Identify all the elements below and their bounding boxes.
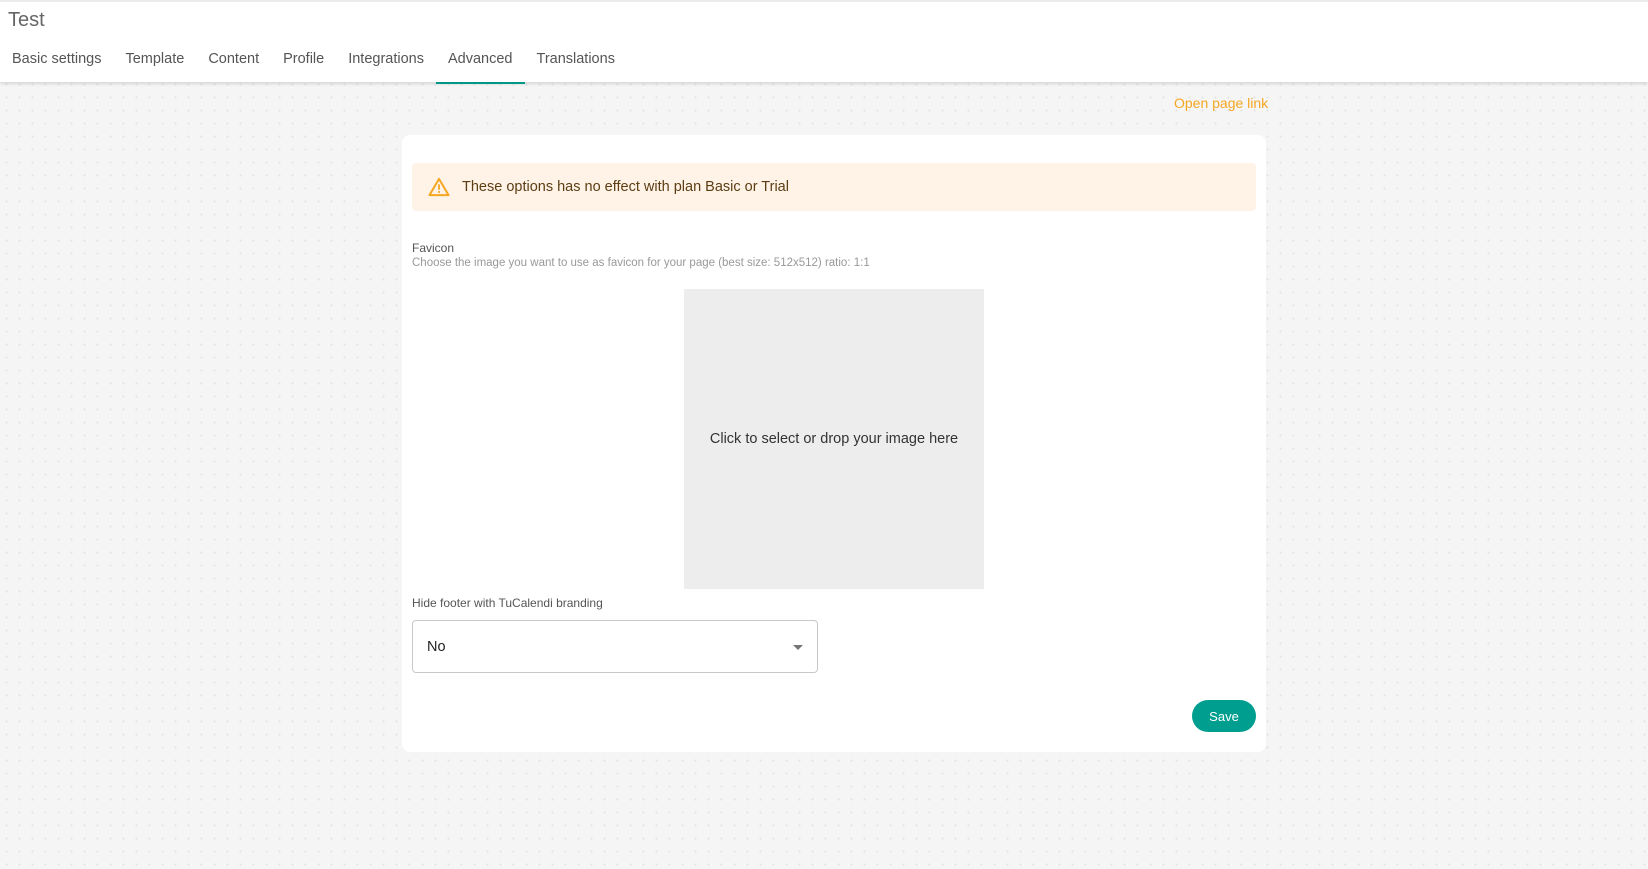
open-page-link[interactable]: Open page link — [1174, 95, 1268, 111]
hide-footer-select[interactable]: No — [412, 620, 818, 673]
tab-translations[interactable]: Translations — [525, 46, 627, 84]
hide-footer-value: No — [427, 639, 446, 655]
hide-footer-label: Hide footer with TuCalendi branding — [412, 596, 603, 610]
warning-icon — [428, 177, 450, 197]
favicon-dropzone[interactable]: Click to select or drop your image here — [684, 289, 984, 589]
favicon-label: Favicon — [412, 241, 455, 255]
tab-basic-settings[interactable]: Basic settings — [0, 46, 113, 84]
tab-advanced[interactable]: Advanced — [436, 46, 525, 84]
tab-template[interactable]: Template — [113, 46, 196, 84]
dropzone-text: Click to select or drop your image here — [709, 431, 959, 447]
tab-integrations[interactable]: Integrations — [336, 46, 436, 84]
tab-profile[interactable]: Profile — [271, 46, 336, 84]
chevron-down-icon — [793, 645, 803, 650]
page-title: Test — [8, 9, 45, 31]
page-header: Test Basic settings Template Content Pro… — [0, 0, 1648, 84]
plan-warning-alert: These options has no effect with plan Ba… — [412, 163, 1256, 211]
tab-bar: Basic settings Template Content Profile … — [0, 46, 627, 84]
advanced-settings-card: These options has no effect with plan Ba… — [402, 135, 1266, 752]
save-button[interactable]: Save — [1192, 700, 1256, 732]
alert-text: These options has no effect with plan Ba… — [462, 179, 789, 195]
favicon-help-text: Choose the image you want to use as favi… — [412, 257, 870, 269]
tab-content[interactable]: Content — [196, 46, 271, 84]
